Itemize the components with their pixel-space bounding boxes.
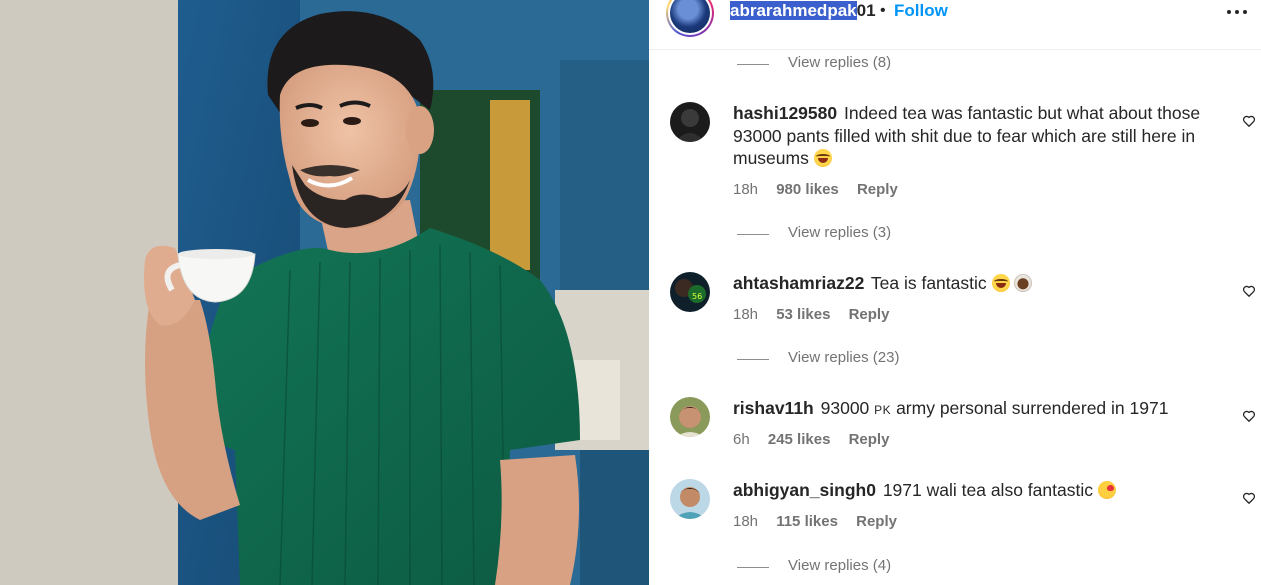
reply-button[interactable]: Reply [856, 513, 897, 530]
tea-cup-emoji-icon [1014, 274, 1033, 292]
follow-button[interactable]: Follow [894, 1, 948, 21]
comment-text-block: rishav11h 93000 PK army personal surrend… [733, 397, 1203, 422]
separator-dot: • [880, 2, 886, 19]
comment-text-block: abhigyan_singh0 1971 wali tea also fanta… [733, 479, 1203, 502]
like-heart-icon[interactable] [1242, 284, 1256, 298]
comment-likes[interactable]: 115 likes [776, 513, 838, 530]
post-image [0, 0, 649, 585]
comment-text-part: 93000 [820, 398, 870, 418]
commenter-avatar[interactable] [670, 102, 710, 142]
author-username-selected: abrarahmedpak [730, 1, 857, 20]
commenter-avatar[interactable] [670, 479, 710, 519]
comments-panel: abrarahmedpak01 • Follow View replies (8… [649, 0, 1261, 585]
comment-username[interactable]: ahtashamriaz22 [733, 273, 864, 293]
post-photo[interactable] [0, 0, 649, 585]
comment-username[interactable]: abhigyan_singh0 [733, 480, 876, 500]
like-heart-icon[interactable] [1242, 114, 1256, 128]
comment-meta: 18h 53 likes Reply [733, 305, 903, 325]
laughing-emoji-icon [991, 274, 1010, 292]
comment-text-block: hashi129580 Indeed tea was fantastic but… [733, 102, 1203, 170]
comment-text-small: PK [874, 403, 892, 417]
author-avatar[interactable] [666, 0, 714, 37]
comment-username[interactable]: rishav11h [733, 398, 814, 418]
comment-meta: 6h 245 likes Reply [733, 430, 903, 450]
svg-text:56: 56 [692, 292, 702, 301]
comment-time[interactable]: 18h [733, 181, 758, 198]
reply-button[interactable]: Reply [849, 431, 890, 448]
laughing-emoji-icon [813, 149, 832, 167]
comment-time[interactable]: 6h [733, 431, 750, 448]
comment-likes[interactable]: 53 likes [776, 306, 830, 323]
view-replies-label: View replies (3) [788, 224, 892, 241]
view-replies-label: View replies (4) [788, 557, 892, 574]
comment-time[interactable]: 18h [733, 513, 758, 530]
comment-text: 1971 wali tea also fantastic [882, 480, 1093, 500]
comment-likes[interactable]: 245 likes [768, 431, 831, 448]
comment-text: Tea is fantastic [870, 273, 987, 293]
commenter-avatar[interactable] [670, 397, 710, 437]
view-replies-label: View replies (23) [788, 349, 900, 366]
commenter-avatar[interactable]: 56 [670, 272, 710, 312]
like-heart-icon[interactable] [1242, 409, 1256, 423]
reply-button[interactable]: Reply [849, 306, 890, 323]
more-horizontal-icon[interactable] [1227, 2, 1249, 20]
author-username[interactable]: abrarahmedpak01 [730, 1, 876, 21]
comment-meta: 18h 115 likes Reply [733, 512, 911, 532]
comment-time[interactable]: 18h [733, 306, 758, 323]
replies-line [737, 359, 769, 360]
kissing-heart-emoji-icon [1097, 481, 1116, 499]
comment-likes[interactable]: 980 likes [776, 181, 839, 198]
comment-text-block: ahtashamriaz22 Tea is fantastic [733, 272, 1203, 295]
replies-line [737, 64, 769, 65]
view-replies-label: View replies (8) [788, 54, 892, 71]
replies-line [737, 567, 769, 568]
comment-username[interactable]: hashi129580 [733, 103, 837, 123]
replies-line [737, 234, 769, 235]
post-header: abrarahmedpak01 • Follow [649, 0, 1261, 50]
like-heart-icon[interactable] [1242, 491, 1256, 505]
comment-meta: 18h 980 likes Reply [733, 180, 912, 200]
comment-text-part: army personal surrendered in 1971 [896, 398, 1169, 418]
reply-button[interactable]: Reply [857, 181, 898, 198]
author-username-suffix: 01 [856, 1, 876, 20]
